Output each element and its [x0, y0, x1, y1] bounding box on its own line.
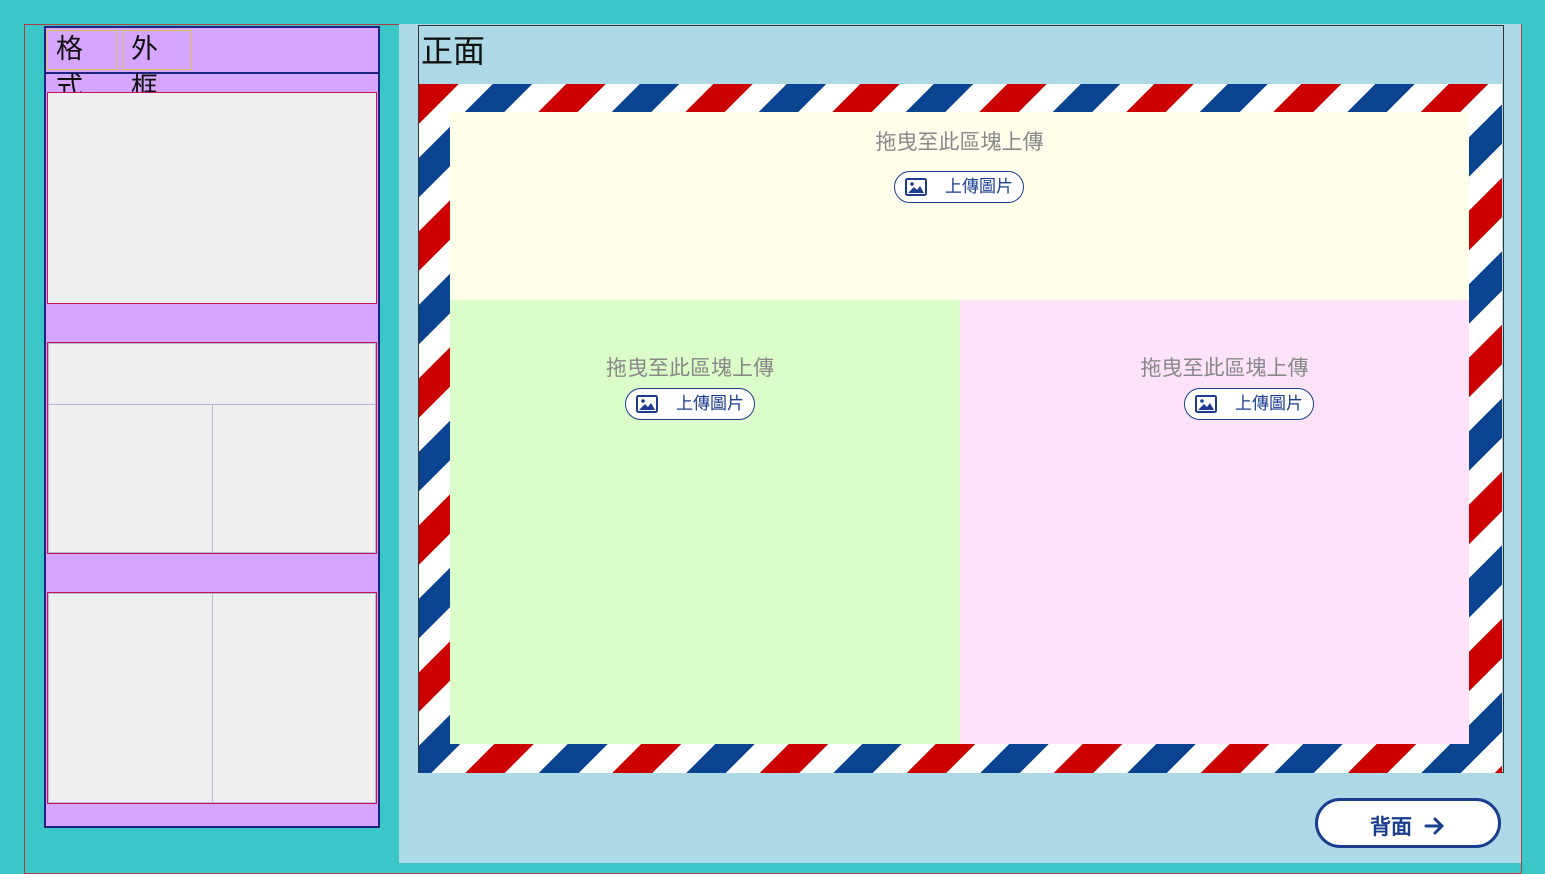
panel-tabs: 格式 外框	[46, 28, 378, 103]
dropzone-right[interactable]: 拖曳至此區塊上傳 上傳圖片	[960, 300, 1469, 744]
layout-option-two-side-by-side[interactable]	[47, 592, 377, 804]
dropzone-hint: 拖曳至此區塊上傳	[875, 130, 1044, 154]
dropzone-top[interactable]: 拖曳至此區塊上傳 上傳圖片	[450, 112, 1469, 300]
dropzone-hint: 拖曳至此區塊上傳	[606, 356, 774, 380]
dropzone-hint: 拖曳至此區塊上傳	[1140, 356, 1309, 380]
dropzone-left[interactable]: 拖曳至此區塊上傳 上傳圖片	[450, 300, 960, 744]
upload-image-button[interactable]: 上傳圖片	[625, 388, 755, 420]
layout-cell	[48, 593, 213, 803]
editor-workspace: 正面 拖曳至此區塊上傳 上傳圖片 拖曳至此區塊上傳 上傳圖片 拖曳至此區塊上傳 …	[399, 24, 1521, 863]
upload-image-button[interactable]: 上傳圖片	[894, 171, 1024, 203]
upload-image-button[interactable]: 上傳圖片	[1184, 388, 1314, 420]
back-side-button[interactable]: 背面	[1315, 798, 1501, 848]
layout-cell	[48, 404, 213, 553]
layout-cell	[212, 404, 376, 553]
image-icon	[1195, 395, 1217, 413]
format-panel: 格式 外框	[44, 26, 380, 828]
layout-option-one-top-two-bottom[interactable]	[47, 342, 377, 554]
upload-image-label: 上傳圖片	[945, 177, 1013, 197]
tab-format[interactable]: 格式	[47, 30, 118, 103]
layout-option-single[interactable]	[47, 92, 377, 304]
upload-image-label: 上傳圖片	[676, 394, 744, 414]
layout-cell	[48, 93, 376, 303]
back-side-label: 背面	[1370, 815, 1412, 839]
image-icon	[636, 395, 658, 413]
layout-cell	[212, 593, 376, 803]
arrow-right-icon	[1424, 817, 1444, 835]
airmail-card-front: 拖曳至此區塊上傳 上傳圖片 拖曳至此區塊上傳 上傳圖片 拖曳至此區塊上傳 上傳圖…	[419, 84, 1502, 773]
face-title: 正面	[421, 32, 486, 70]
image-icon	[905, 178, 927, 196]
upload-image-label: 上傳圖片	[1235, 394, 1303, 414]
layout-cell	[48, 343, 376, 405]
tab-frame[interactable]: 外框	[122, 30, 192, 103]
